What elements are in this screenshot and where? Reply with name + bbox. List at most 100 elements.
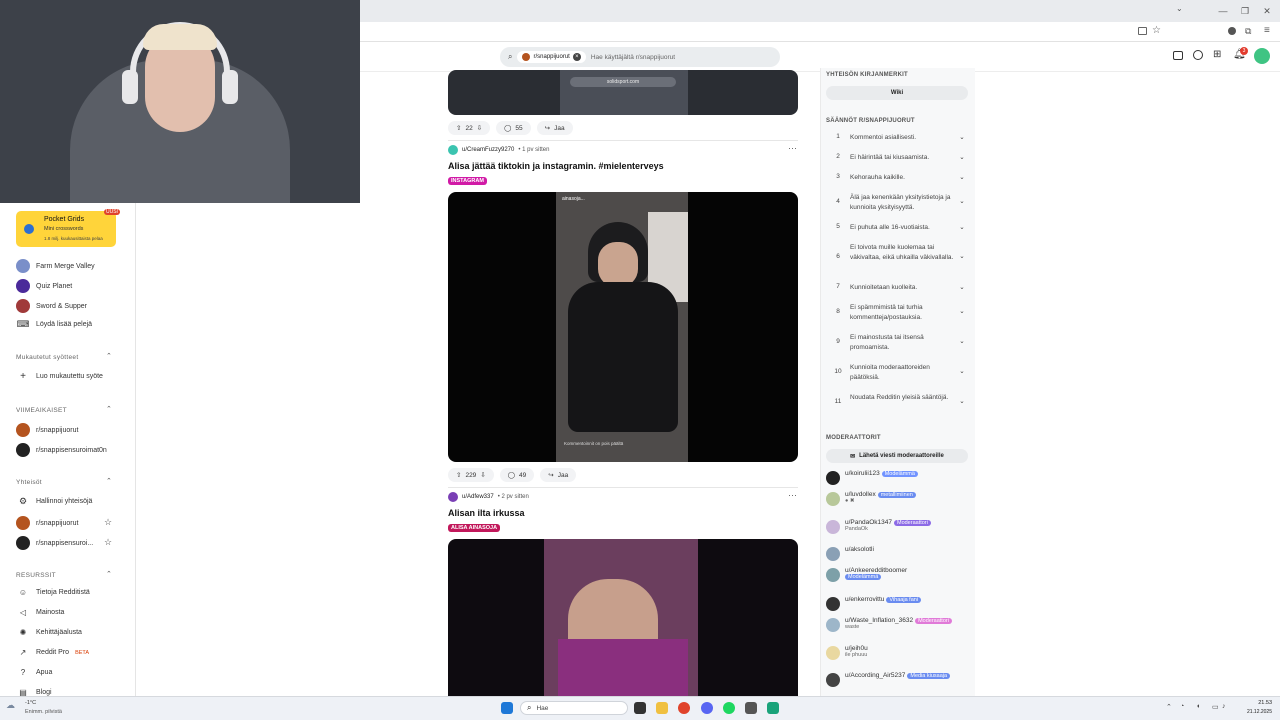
profile-icon[interactable] [1228,27,1236,35]
post-flair[interactable]: INSTAGRAM [448,177,487,185]
rule-item[interactable]: 6 Ei toivota muille kuolemaa tai väkivalt… [826,243,968,263]
downvote-icon[interactable]: ⇩ [480,471,485,479]
reddit-pro[interactable]: ↗ Reddit Pro BETA [16,648,128,657]
upvote-icon[interactable]: ⇧ [456,124,461,132]
install-app-icon[interactable] [1138,27,1147,35]
rule-item[interactable]: 11 Noudata Redditin yleisiä sääntöjä. ⌄ [826,393,968,405]
blog[interactable]: ▤ Blogi [16,688,128,696]
post-title[interactable]: Alisan ilta irkussa [448,508,525,518]
chevron-down-icon[interactable]: ⌄ [956,283,968,293]
subreddit-search-chip[interactable]: r/snappijuorut × [517,51,586,63]
rule-item[interactable]: 2 Ei häirintää tai kiusaamista. ⌄ [826,153,968,163]
more-options-icon[interactable]: ··· [788,143,797,153]
clock-date[interactable]: 21.12.2025 [1236,709,1272,715]
moderator-item[interactable]: u/koirulii123 Modelämmä [826,470,918,485]
moderator-item[interactable]: u/luvdollex metallimiinen ● ✖ [826,491,916,506]
user-avatar[interactable] [1254,48,1270,64]
moderator-item[interactable]: u/enkerrovittu Vihaaja fani [826,596,922,611]
speaker-icon[interactable]: ♪ [1222,703,1226,710]
developer-platform[interactable]: ✺ Kehittäjäalusta [16,628,128,637]
rule-item[interactable]: 10 Kunnioita moderaattoreiden päätöksiä. ⌄ [826,363,968,383]
search-bar[interactable]: ⌕ r/snappijuorut × Hae käyttäjältä r/sna… [500,47,780,67]
bookmark-star-icon[interactable]: ☆ [1152,25,1161,36]
chevron-down-icon[interactable]: ⌄ [956,153,968,163]
chevron-up-icon[interactable]: ⌃ [106,405,112,413]
weather-temp[interactable]: -1°C [25,700,36,706]
rule-item[interactable]: 8 Ei spämmimistä tai turhia kommentteja/p… [826,303,968,323]
upvote-icon[interactable]: ⇧ [456,471,461,479]
tab-list-chevron-icon[interactable]: ⌄ [1176,4,1183,13]
resources-header[interactable]: RESURSSIT [16,572,116,579]
game-quiz-planet[interactable]: Quiz Planet [16,279,128,293]
task-view-icon[interactable] [634,702,646,714]
recent-snappisensuroimat0n[interactable]: r/snappisensuroimat0n [16,443,128,457]
close-window-button[interactable]: ✕ [1260,4,1274,18]
advertise[interactable]: ◁ Mainosta [16,608,128,617]
comments-button[interactable]: ◯ 55 [496,121,531,135]
maximize-button[interactable]: ❐ [1238,4,1252,18]
chevron-down-icon[interactable]: ⌄ [956,333,968,353]
tray-icon[interactable]: ▭ [1212,703,1219,711]
chevron-down-icon[interactable]: ⌄ [956,223,968,233]
volume-icon[interactable]: ◖ [1196,703,1200,710]
app-icon[interactable] [745,702,757,714]
file-explorer-icon[interactable] [656,702,668,714]
rule-item[interactable]: 3 Kehorauha kaikille. ⌄ [826,173,968,183]
browser-menu-icon[interactable]: ≡ [1264,25,1270,36]
downvote-icon[interactable]: ⇩ [477,124,482,132]
moderator-item[interactable]: u/According_Air5237 Media kiusaaja [826,672,951,687]
recent-snappijuorut[interactable]: r/snappijuorut [16,423,128,437]
rule-item[interactable]: 1 Kommentoi asiallisesti. ⌄ [826,133,968,143]
chat-icon[interactable] [1193,50,1203,60]
create-post-icon[interactable]: ⊞ [1213,49,1221,60]
share-button[interactable]: ↪ Jaa [540,468,577,482]
extensions-icon[interactable]: ⧉ [1245,26,1251,37]
post-media[interactable]: solidsport.com [448,70,798,115]
promo-card[interactable]: Pocket Grids Mini crosswords 1.8 milj. k… [16,209,120,247]
chevron-down-icon[interactable]: ⌄ [956,173,968,183]
rule-item[interactable]: 4 Älä jaa kenenkään yksityistietoja ja ku… [826,193,968,213]
chevron-down-icon[interactable]: ⌄ [956,193,968,213]
help[interactable]: ? Apua [16,668,128,677]
moderator-item[interactable]: u/Ankeeredditboomer Modelämmä [826,567,907,582]
chevron-down-icon[interactable]: ⌄ [956,243,968,263]
favorite-star-icon[interactable]: ☆ [104,517,112,528]
rule-item[interactable]: 5 Ei puhuta alle 16-vuotiaista. ⌄ [826,223,968,233]
more-options-icon[interactable]: ··· [788,490,797,500]
moderator-item[interactable]: u/jeih0u ile phuuu [826,645,868,660]
moderator-item[interactable]: u/aksolotli [826,546,874,561]
author-name[interactable]: u/Adfew337 [462,494,494,500]
vote-control[interactable]: ⇧ 229 ⇩ [448,468,494,482]
rule-item[interactable]: 7 Kunnioitetaan kuolleita. ⌄ [826,283,968,293]
chevron-down-icon[interactable]: ⌄ [956,303,968,323]
chevron-down-icon[interactable]: ⌄ [956,393,968,405]
manage-communities[interactable]: ⚙ Hallinnoi yhteisöjä [16,496,128,507]
share-button[interactable]: ↪ Jaa [536,121,573,135]
author-avatar[interactable] [448,145,458,155]
wiki-button[interactable]: Wiki [826,86,968,100]
moderator-item[interactable]: u/PandaOk1347 Moderaattori PandaOk [826,519,931,534]
game-sword-supper[interactable]: Sword & Supper [16,299,128,313]
comments-button[interactable]: ◯ 49 [499,468,535,482]
browser-taskbar-icon[interactable] [678,702,690,714]
chevron-up-icon[interactable]: ⌃ [106,352,112,360]
weather-icon[interactable]: ☁ [6,700,15,711]
custom-feeds-header[interactable]: Mukautetut syötteet [16,354,116,361]
clear-chip-icon[interactable]: × [572,53,581,61]
post-title[interactable]: Alisa jättää tiktokin ja instagramin. #m… [448,161,664,171]
minimize-button[interactable]: — [1216,4,1230,18]
post-media[interactable] [448,539,798,696]
taskbar-search[interactable]: ⌕ Hae [520,701,628,715]
favorite-star-icon[interactable]: ☆ [104,537,112,548]
author-name[interactable]: u/CreamFuzzy9270 [462,147,514,153]
vote-control[interactable]: ⇧ 22 ⇩ [448,121,491,135]
message-mods-button[interactable]: ✉ Lähetä viesti moderaattoreille [826,449,968,463]
start-icon[interactable] [501,702,513,714]
chevron-up-icon[interactable]: ⌃ [106,570,112,578]
advertise-icon[interactable] [1173,51,1183,60]
app-icon[interactable] [767,702,779,714]
communities-header[interactable]: Yhteisöt [16,479,116,486]
chevron-down-icon[interactable]: ⌄ [956,363,968,383]
clock-time[interactable]: 21.53 [1240,700,1272,706]
chevron-up-icon[interactable]: ⌃ [106,477,112,485]
